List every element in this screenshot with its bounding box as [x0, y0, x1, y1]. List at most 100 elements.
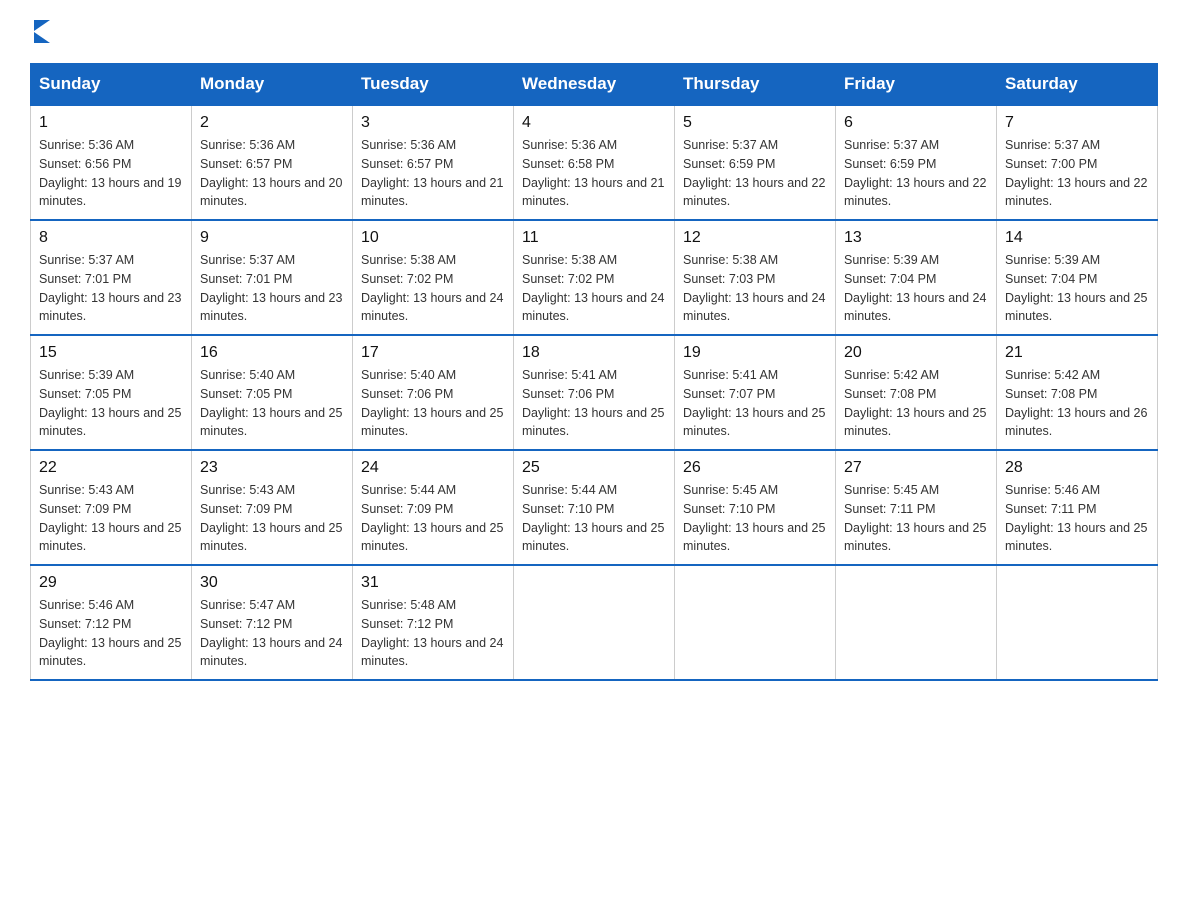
table-row: 22 Sunrise: 5:43 AM Sunset: 7:09 PM Dayl… [31, 450, 192, 565]
day-number: 2 [200, 114, 344, 132]
table-row [997, 565, 1158, 680]
table-row: 4 Sunrise: 5:36 AM Sunset: 6:58 PM Dayli… [514, 105, 675, 220]
table-row: 16 Sunrise: 5:40 AM Sunset: 7:05 PM Dayl… [192, 335, 353, 450]
day-number: 19 [683, 344, 827, 362]
day-number: 16 [200, 344, 344, 362]
day-number: 23 [200, 459, 344, 477]
day-info: Sunrise: 5:37 AM Sunset: 6:59 PM Dayligh… [844, 136, 988, 211]
day-info: Sunrise: 5:37 AM Sunset: 6:59 PM Dayligh… [683, 136, 827, 211]
table-row: 19 Sunrise: 5:41 AM Sunset: 7:07 PM Dayl… [675, 335, 836, 450]
table-row: 15 Sunrise: 5:39 AM Sunset: 7:05 PM Dayl… [31, 335, 192, 450]
day-info: Sunrise: 5:39 AM Sunset: 7:04 PM Dayligh… [1005, 251, 1149, 326]
table-row: 18 Sunrise: 5:41 AM Sunset: 7:06 PM Dayl… [514, 335, 675, 450]
day-number: 11 [522, 229, 666, 247]
day-number: 27 [844, 459, 988, 477]
table-row: 1 Sunrise: 5:36 AM Sunset: 6:56 PM Dayli… [31, 105, 192, 220]
table-row: 25 Sunrise: 5:44 AM Sunset: 7:10 PM Dayl… [514, 450, 675, 565]
day-number: 9 [200, 229, 344, 247]
table-row [514, 565, 675, 680]
day-number: 17 [361, 344, 505, 362]
day-info: Sunrise: 5:36 AM Sunset: 6:57 PM Dayligh… [200, 136, 344, 211]
table-row: 20 Sunrise: 5:42 AM Sunset: 7:08 PM Dayl… [836, 335, 997, 450]
table-row: 12 Sunrise: 5:38 AM Sunset: 7:03 PM Dayl… [675, 220, 836, 335]
day-info: Sunrise: 5:37 AM Sunset: 7:00 PM Dayligh… [1005, 136, 1149, 211]
col-wednesday: Wednesday [514, 64, 675, 106]
table-row: 17 Sunrise: 5:40 AM Sunset: 7:06 PM Dayl… [353, 335, 514, 450]
table-row: 13 Sunrise: 5:39 AM Sunset: 7:04 PM Dayl… [836, 220, 997, 335]
table-row: 11 Sunrise: 5:38 AM Sunset: 7:02 PM Dayl… [514, 220, 675, 335]
day-number: 18 [522, 344, 666, 362]
day-info: Sunrise: 5:39 AM Sunset: 7:04 PM Dayligh… [844, 251, 988, 326]
calendar-week-row: 1 Sunrise: 5:36 AM Sunset: 6:56 PM Dayli… [31, 105, 1158, 220]
day-info: Sunrise: 5:40 AM Sunset: 7:06 PM Dayligh… [361, 366, 505, 441]
day-info: Sunrise: 5:37 AM Sunset: 7:01 PM Dayligh… [39, 251, 183, 326]
day-number: 21 [1005, 344, 1149, 362]
day-number: 6 [844, 114, 988, 132]
page-header [30, 20, 1158, 43]
day-info: Sunrise: 5:40 AM Sunset: 7:05 PM Dayligh… [200, 366, 344, 441]
table-row: 14 Sunrise: 5:39 AM Sunset: 7:04 PM Dayl… [997, 220, 1158, 335]
day-number: 4 [522, 114, 666, 132]
day-info: Sunrise: 5:41 AM Sunset: 7:06 PM Dayligh… [522, 366, 666, 441]
header-row: Sunday Monday Tuesday Wednesday Thursday… [31, 64, 1158, 106]
day-number: 28 [1005, 459, 1149, 477]
table-row: 23 Sunrise: 5:43 AM Sunset: 7:09 PM Dayl… [192, 450, 353, 565]
table-row: 26 Sunrise: 5:45 AM Sunset: 7:10 PM Dayl… [675, 450, 836, 565]
day-info: Sunrise: 5:41 AM Sunset: 7:07 PM Dayligh… [683, 366, 827, 441]
day-info: Sunrise: 5:36 AM Sunset: 6:56 PM Dayligh… [39, 136, 183, 211]
day-info: Sunrise: 5:44 AM Sunset: 7:09 PM Dayligh… [361, 481, 505, 556]
table-row: 30 Sunrise: 5:47 AM Sunset: 7:12 PM Dayl… [192, 565, 353, 680]
day-number: 7 [1005, 114, 1149, 132]
table-row: 10 Sunrise: 5:38 AM Sunset: 7:02 PM Dayl… [353, 220, 514, 335]
day-info: Sunrise: 5:46 AM Sunset: 7:12 PM Dayligh… [39, 596, 183, 671]
day-info: Sunrise: 5:44 AM Sunset: 7:10 PM Dayligh… [522, 481, 666, 556]
table-row: 9 Sunrise: 5:37 AM Sunset: 7:01 PM Dayli… [192, 220, 353, 335]
day-number: 3 [361, 114, 505, 132]
day-info: Sunrise: 5:38 AM Sunset: 7:03 PM Dayligh… [683, 251, 827, 326]
table-row: 7 Sunrise: 5:37 AM Sunset: 7:00 PM Dayli… [997, 105, 1158, 220]
day-number: 24 [361, 459, 505, 477]
table-row: 24 Sunrise: 5:44 AM Sunset: 7:09 PM Dayl… [353, 450, 514, 565]
day-info: Sunrise: 5:39 AM Sunset: 7:05 PM Dayligh… [39, 366, 183, 441]
col-saturday: Saturday [997, 64, 1158, 106]
day-info: Sunrise: 5:42 AM Sunset: 7:08 PM Dayligh… [1005, 366, 1149, 441]
col-friday: Friday [836, 64, 997, 106]
table-row [836, 565, 997, 680]
table-row: 3 Sunrise: 5:36 AM Sunset: 6:57 PM Dayli… [353, 105, 514, 220]
day-info: Sunrise: 5:46 AM Sunset: 7:11 PM Dayligh… [1005, 481, 1149, 556]
day-info: Sunrise: 5:38 AM Sunset: 7:02 PM Dayligh… [361, 251, 505, 326]
day-info: Sunrise: 5:43 AM Sunset: 7:09 PM Dayligh… [39, 481, 183, 556]
day-number: 15 [39, 344, 183, 362]
calendar-week-row: 29 Sunrise: 5:46 AM Sunset: 7:12 PM Dayl… [31, 565, 1158, 680]
day-number: 1 [39, 114, 183, 132]
day-info: Sunrise: 5:36 AM Sunset: 6:58 PM Dayligh… [522, 136, 666, 211]
day-number: 20 [844, 344, 988, 362]
table-row: 27 Sunrise: 5:45 AM Sunset: 7:11 PM Dayl… [836, 450, 997, 565]
day-info: Sunrise: 5:36 AM Sunset: 6:57 PM Dayligh… [361, 136, 505, 211]
day-info: Sunrise: 5:45 AM Sunset: 7:11 PM Dayligh… [844, 481, 988, 556]
calendar-week-row: 8 Sunrise: 5:37 AM Sunset: 7:01 PM Dayli… [31, 220, 1158, 335]
day-info: Sunrise: 5:37 AM Sunset: 7:01 PM Dayligh… [200, 251, 344, 326]
day-info: Sunrise: 5:38 AM Sunset: 7:02 PM Dayligh… [522, 251, 666, 326]
day-number: 14 [1005, 229, 1149, 247]
table-row [675, 565, 836, 680]
table-row: 5 Sunrise: 5:37 AM Sunset: 6:59 PM Dayli… [675, 105, 836, 220]
col-monday: Monday [192, 64, 353, 106]
table-row: 6 Sunrise: 5:37 AM Sunset: 6:59 PM Dayli… [836, 105, 997, 220]
table-row: 21 Sunrise: 5:42 AM Sunset: 7:08 PM Dayl… [997, 335, 1158, 450]
day-number: 10 [361, 229, 505, 247]
day-number: 22 [39, 459, 183, 477]
day-number: 12 [683, 229, 827, 247]
day-info: Sunrise: 5:42 AM Sunset: 7:08 PM Dayligh… [844, 366, 988, 441]
day-number: 31 [361, 574, 505, 592]
day-number: 30 [200, 574, 344, 592]
table-row: 31 Sunrise: 5:48 AM Sunset: 7:12 PM Dayl… [353, 565, 514, 680]
day-info: Sunrise: 5:48 AM Sunset: 7:12 PM Dayligh… [361, 596, 505, 671]
day-number: 29 [39, 574, 183, 592]
day-number: 13 [844, 229, 988, 247]
day-number: 8 [39, 229, 183, 247]
day-number: 26 [683, 459, 827, 477]
table-row: 2 Sunrise: 5:36 AM Sunset: 6:57 PM Dayli… [192, 105, 353, 220]
calendar-table: Sunday Monday Tuesday Wednesday Thursday… [30, 63, 1158, 681]
table-row: 29 Sunrise: 5:46 AM Sunset: 7:12 PM Dayl… [31, 565, 192, 680]
